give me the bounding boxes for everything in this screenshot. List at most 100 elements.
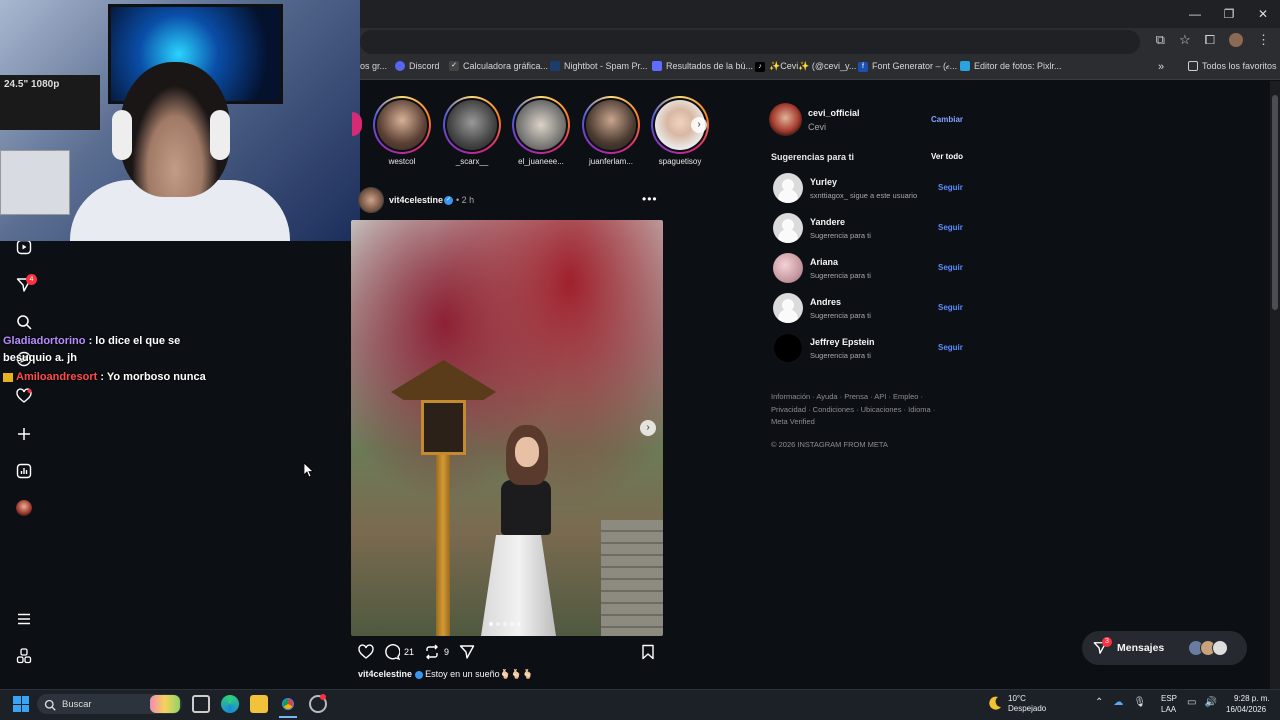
address-bar[interactable] — [360, 30, 1140, 54]
bookmark-item[interactable]: ✓ Calculadora gráfica... — [449, 61, 548, 71]
clock-time[interactable]: 9:28 p. m. — [1234, 694, 1270, 703]
comment-icon — [385, 644, 400, 660]
weather-temp[interactable]: 10°C — [1008, 694, 1026, 703]
post-author-avatar[interactable] — [358, 187, 384, 213]
restore-icon[interactable]: ❐ — [1212, 0, 1246, 28]
system-tray: ⌃ ☁ 🎙 — [1095, 697, 1146, 708]
my-username[interactable]: cevi_official — [808, 108, 860, 118]
create-plus-icon[interactable] — [14, 424, 34, 444]
edge-icon[interactable] — [221, 695, 239, 713]
bookmark-star-icon[interactable]: ☆ — [1179, 32, 1191, 48]
like-button[interactable] — [358, 644, 374, 660]
see-all-button[interactable]: Ver todo — [931, 152, 963, 161]
microphone-icon[interactable]: 🎙 — [1133, 697, 1146, 708]
suggestion-item: Andres Sugerencia para ti Seguir — [773, 293, 963, 325]
footer-links[interactable]: Información · Ayuda · Prensa · API · Emp… — [771, 391, 951, 429]
bookmark-item[interactable]: Resultados de la bú... — [652, 61, 753, 71]
nightbot-icon — [550, 61, 560, 71]
suggestion-avatar[interactable] — [773, 253, 803, 283]
post-username[interactable]: vit4celestine — [389, 195, 443, 205]
caption-username[interactable]: vit4celestine — [358, 669, 412, 679]
share-button[interactable] — [459, 644, 475, 660]
bookmark-item[interactable]: os gr... — [360, 61, 387, 71]
person-face — [515, 437, 539, 467]
caption-text: Estoy en un sueño🫰🏻🫰🏻🫰🏻 — [425, 669, 534, 679]
heart-icon[interactable] — [14, 386, 34, 406]
person-top — [501, 480, 551, 535]
language-indicator[interactable]: ESP — [1161, 694, 1177, 703]
task-view-icon[interactable] — [192, 695, 210, 713]
clock-date[interactable]: 16/04/2026 — [1226, 705, 1266, 714]
tulips-widget-icon[interactable] — [150, 695, 180, 713]
windows-start-icon[interactable] — [13, 696, 29, 712]
extensions-icon[interactable]: ⧠ — [1205, 32, 1215, 48]
comment-button[interactable]: 21 — [384, 644, 414, 660]
minimize-icon[interactable]: — — [1178, 0, 1212, 28]
stories-next-icon[interactable]: › — [691, 117, 707, 133]
messages-label: Mensajes — [1117, 642, 1165, 654]
heart-icon — [358, 644, 374, 659]
follow-button[interactable]: Seguir — [938, 223, 963, 232]
carousel-next-icon[interactable]: › — [640, 420, 656, 436]
follow-button[interactable]: Seguir — [938, 183, 963, 192]
repost-button[interactable]: 9 — [424, 644, 449, 660]
follow-button[interactable]: Seguir — [938, 263, 963, 272]
all-favorites[interactable]: Todos los favoritos — [1188, 61, 1277, 71]
weather-desc[interactable]: Despejado — [1008, 704, 1046, 713]
post-more-icon[interactable]: ••• — [642, 192, 658, 206]
chevron-up-icon[interactable]: ⌃ — [1095, 697, 1103, 708]
suggestion-avatar[interactable] — [773, 293, 803, 323]
story-item[interactable]: westcol — [373, 96, 431, 166]
obs-recording-dot — [320, 694, 326, 700]
story-item[interactable]: _scarx__ — [443, 96, 501, 166]
network-icon[interactable]: ▭ — [1187, 697, 1196, 708]
story-item[interactable]: juanferlam... — [582, 96, 640, 166]
moon-weather-icon — [987, 695, 1003, 716]
switch-account-button[interactable]: Cambiar — [931, 115, 963, 124]
story-item[interactable]: el_juaneee... — [512, 96, 570, 166]
suggestion-username[interactable]: Yurley — [810, 177, 837, 187]
follow-button[interactable]: Seguir — [938, 343, 963, 352]
onedrive-icon[interactable]: ☁ — [1113, 697, 1123, 708]
my-avatar[interactable] — [769, 103, 802, 136]
suggestion-username[interactable]: Yandere — [810, 217, 845, 227]
mouse-cursor-icon — [303, 462, 315, 483]
chat-username: Gladiadortorino — [3, 335, 86, 347]
search-icon[interactable] — [14, 312, 34, 332]
background-box — [0, 150, 70, 215]
folder-icon — [1188, 61, 1198, 71]
suggestion-username[interactable]: Jeffrey Epstein — [810, 337, 875, 347]
profile-nav-avatar[interactable] — [14, 498, 34, 518]
browser-menu-icon[interactable]: ⋮ — [1257, 32, 1270, 48]
save-button[interactable] — [640, 644, 656, 665]
bookmark-item[interactable]: f Font Generator – (𝒸... — [858, 61, 957, 72]
bookmark-icon — [642, 644, 654, 660]
bookmarks-overflow[interactable]: » — [1158, 61, 1164, 73]
close-icon[interactable]: ✕ — [1246, 0, 1280, 28]
suggestion-username[interactable]: Andres — [810, 297, 841, 307]
bookmark-item[interactable]: ♪ ✨Cevi✨ (@cevi_y... — [755, 61, 856, 72]
bookmark-item[interactable]: Discord — [395, 61, 440, 71]
stone-stairs — [601, 520, 663, 636]
dashboard-icon[interactable] — [14, 461, 34, 481]
also-from-meta-icon[interactable] — [14, 646, 34, 666]
bookmark-item[interactable]: Nightbot - Spam Pr... — [550, 61, 648, 71]
suggestion-avatar[interactable] — [773, 333, 803, 363]
scrollbar-thumb[interactable] — [1272, 95, 1278, 310]
messages-button[interactable]: 3 Mensajes — [1082, 631, 1247, 665]
install-app-icon[interactable]: ⧉ — [1156, 32, 1165, 48]
chrome-icon[interactable] — [279, 695, 297, 713]
follow-button[interactable]: Seguir — [938, 303, 963, 312]
suggestion-avatar[interactable] — [773, 213, 803, 243]
profile-avatar-icon[interactable] — [1229, 33, 1243, 47]
carousel-dots — [489, 622, 521, 626]
suggestion-avatar[interactable] — [773, 173, 803, 203]
monitor-box: 24.5" 1080p — [0, 75, 100, 130]
post-image[interactable]: › — [351, 220, 663, 636]
bookmark-item[interactable]: Editor de fotos: Pixlr... — [960, 61, 1062, 71]
file-explorer-icon[interactable] — [250, 695, 268, 713]
speaker-icon[interactable]: 🔊 — [1204, 697, 1216, 708]
suggestion-username[interactable]: Ariana — [810, 257, 838, 267]
menu-hamburger-icon[interactable] — [14, 609, 34, 629]
language-layout[interactable]: LAA — [1161, 705, 1176, 714]
